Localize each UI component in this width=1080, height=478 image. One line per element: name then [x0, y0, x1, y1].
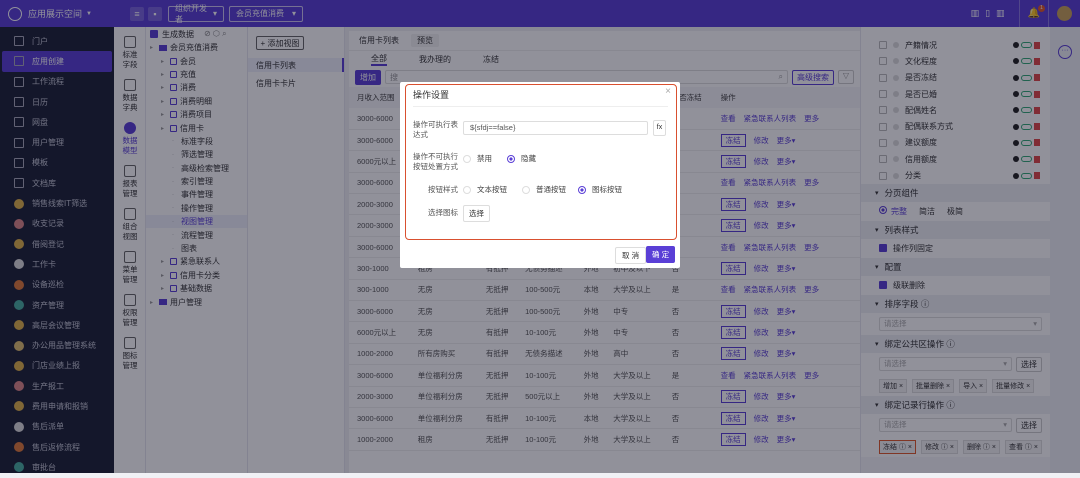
radio-hide-label: 隐藏: [521, 154, 536, 163]
button-style-label: 按钮样式: [428, 185, 458, 194]
operation-settings-dialog: 操作设置 × 操作可执行表达式 ${sfdj==false} fx 操作不可执行…: [400, 82, 680, 268]
expr-input[interactable]: ${sfdj==false}: [463, 121, 648, 135]
radio-normal-button[interactable]: 普通按钮: [522, 184, 566, 195]
disabled-mode-label: 操作不可执行按钮处置方式: [413, 152, 458, 171]
radio-hide[interactable]: 隐藏: [507, 153, 536, 164]
radio-icon-button[interactable]: 图标按钮: [578, 184, 622, 195]
expr-label: 操作可执行表达式: [413, 120, 458, 139]
select-icon-label: 选择图标: [428, 208, 458, 217]
radio-disable-label: 禁用: [477, 154, 492, 163]
radio-text-button-label: 文本按钮: [477, 185, 507, 194]
dialog-title: 操作设置: [413, 90, 450, 100]
radio-text-button[interactable]: 文本按钮: [463, 184, 507, 195]
radio-icon-button-label: 图标按钮: [592, 185, 622, 194]
confirm-button[interactable]: 确 定: [646, 246, 676, 263]
fx-button[interactable]: fx: [653, 120, 666, 136]
radio-normal-button-label: 普通按钮: [536, 185, 566, 194]
select-icon-button[interactable]: 选择: [463, 205, 490, 222]
radio-disable[interactable]: 禁用: [463, 153, 492, 164]
close-icon[interactable]: ×: [665, 86, 671, 97]
cancel-button[interactable]: 取 消: [615, 247, 647, 264]
